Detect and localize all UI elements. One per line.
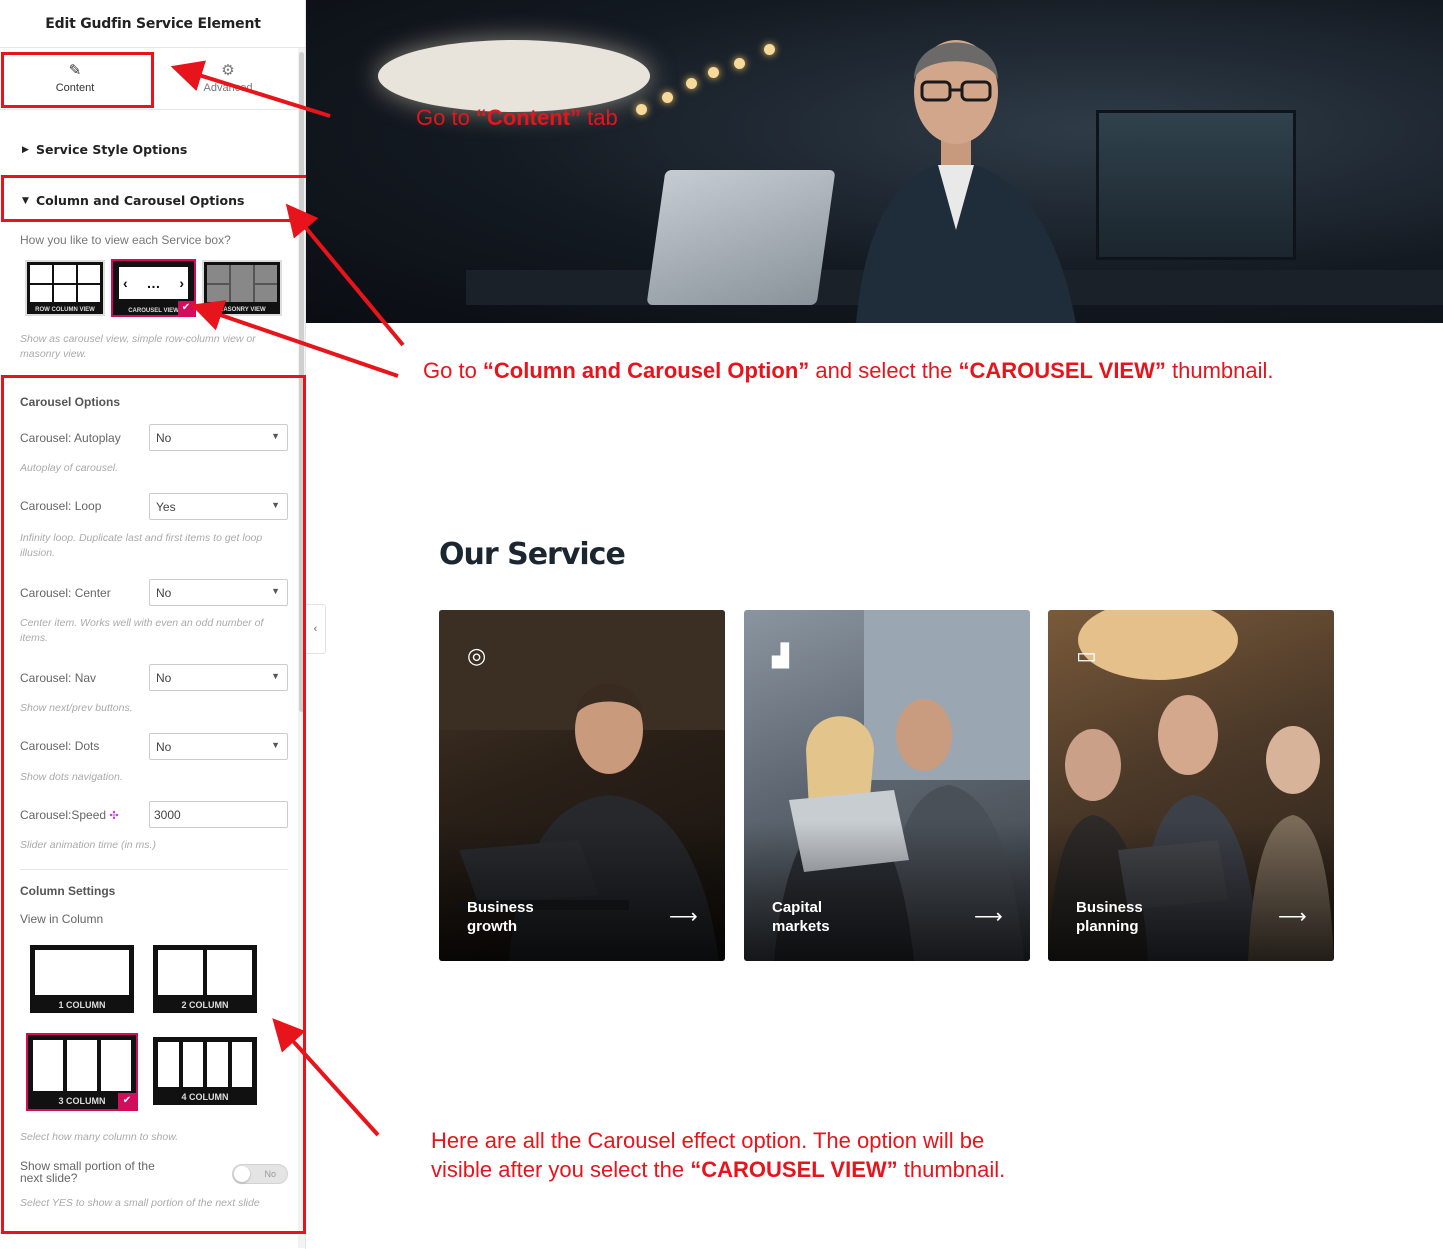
gear-icon: ⚙ [221,62,235,79]
caret-right-icon: ▶ [22,144,29,155]
arrow-right-icon[interactable]: ⟶ [974,904,1003,929]
carousel-preview: ‹ … › [117,265,190,301]
thumb-caption: ROW COLUMN VIEW [35,307,95,313]
card-label: Capital markets [772,899,830,935]
service-card[interactable]: ◎ Business growth ⟶ [439,610,725,961]
section-label: Service Style Options [36,142,188,157]
tab-advanced[interactable]: ⚙ Advanced [154,56,302,106]
service-card[interactable]: ▭ Business planning ⟶ [1048,610,1334,961]
card-label: Business growth [467,899,534,935]
laptop-shape [646,170,836,305]
card-overlay [1048,821,1334,961]
view-thumb-masonry[interactable]: MASONRY VIEW [202,260,282,316]
service-card[interactable]: ▟ Capital markets ⟶ [744,610,1030,961]
window-shape [1096,110,1296,260]
collapse-panel-button[interactable]: ‹ [306,604,326,654]
highlight-column-section [1,175,309,222]
dots-icon: … [146,275,161,291]
wallet-icon: ▭ [1076,643,1097,668]
view-question: How you like to view each Service box? [20,233,231,247]
light-bokeh [636,104,647,115]
lamp-shape [378,40,650,112]
bar-chart-icon: ▟ [772,643,789,668]
light-bokeh [734,58,745,69]
highlight-content-tab [1,52,154,108]
masonry-grid [207,265,277,302]
card-overlay [439,821,725,961]
view-help: Show as carousel view, simple row-column… [20,333,256,360]
card-overlay [744,821,1030,961]
view-thumb-carousel[interactable]: ‹… › CAROUSEL VIEW ✔ [111,259,196,317]
thumb-caption: MASONRY VIEW [218,307,266,313]
check-icon: ✔ [178,301,194,315]
row-column-grid [30,265,100,302]
section-service-style[interactable]: ▶ Service Style Options [22,142,187,157]
arrow-right-icon[interactable]: ⟶ [1278,904,1307,929]
annotation-carousel-effects: Here are all the Carousel effect option.… [431,1128,1006,1182]
annotation-column-option: Go to “Column and Carousel Option” and s… [423,358,1274,383]
card-label: Business planning [1076,899,1143,935]
coins-icon: ◎ [467,643,487,668]
panel-title: Edit Gudfin Service Element [0,0,306,48]
chevron-right-icon: › [179,275,184,291]
view-thumb-row-column[interactable]: ROW COLUMN VIEW [25,260,105,316]
businessman-illustration [856,40,1076,323]
light-bokeh [708,67,719,78]
service-title: Our Service [439,537,626,572]
hero-image [306,0,1443,323]
annotation-content-tab: Go to “Content” tab [416,105,618,130]
arrow-right-icon[interactable]: ⟶ [669,904,698,929]
light-bokeh [764,44,775,55]
light-bokeh [686,78,697,89]
chevron-left-icon: ‹ [313,623,318,635]
highlight-carousel-options [1,375,306,1234]
chevron-left-icon: ‹ [123,275,128,291]
light-bokeh [662,92,673,103]
tab-advanced-label: Advanced [203,82,253,94]
